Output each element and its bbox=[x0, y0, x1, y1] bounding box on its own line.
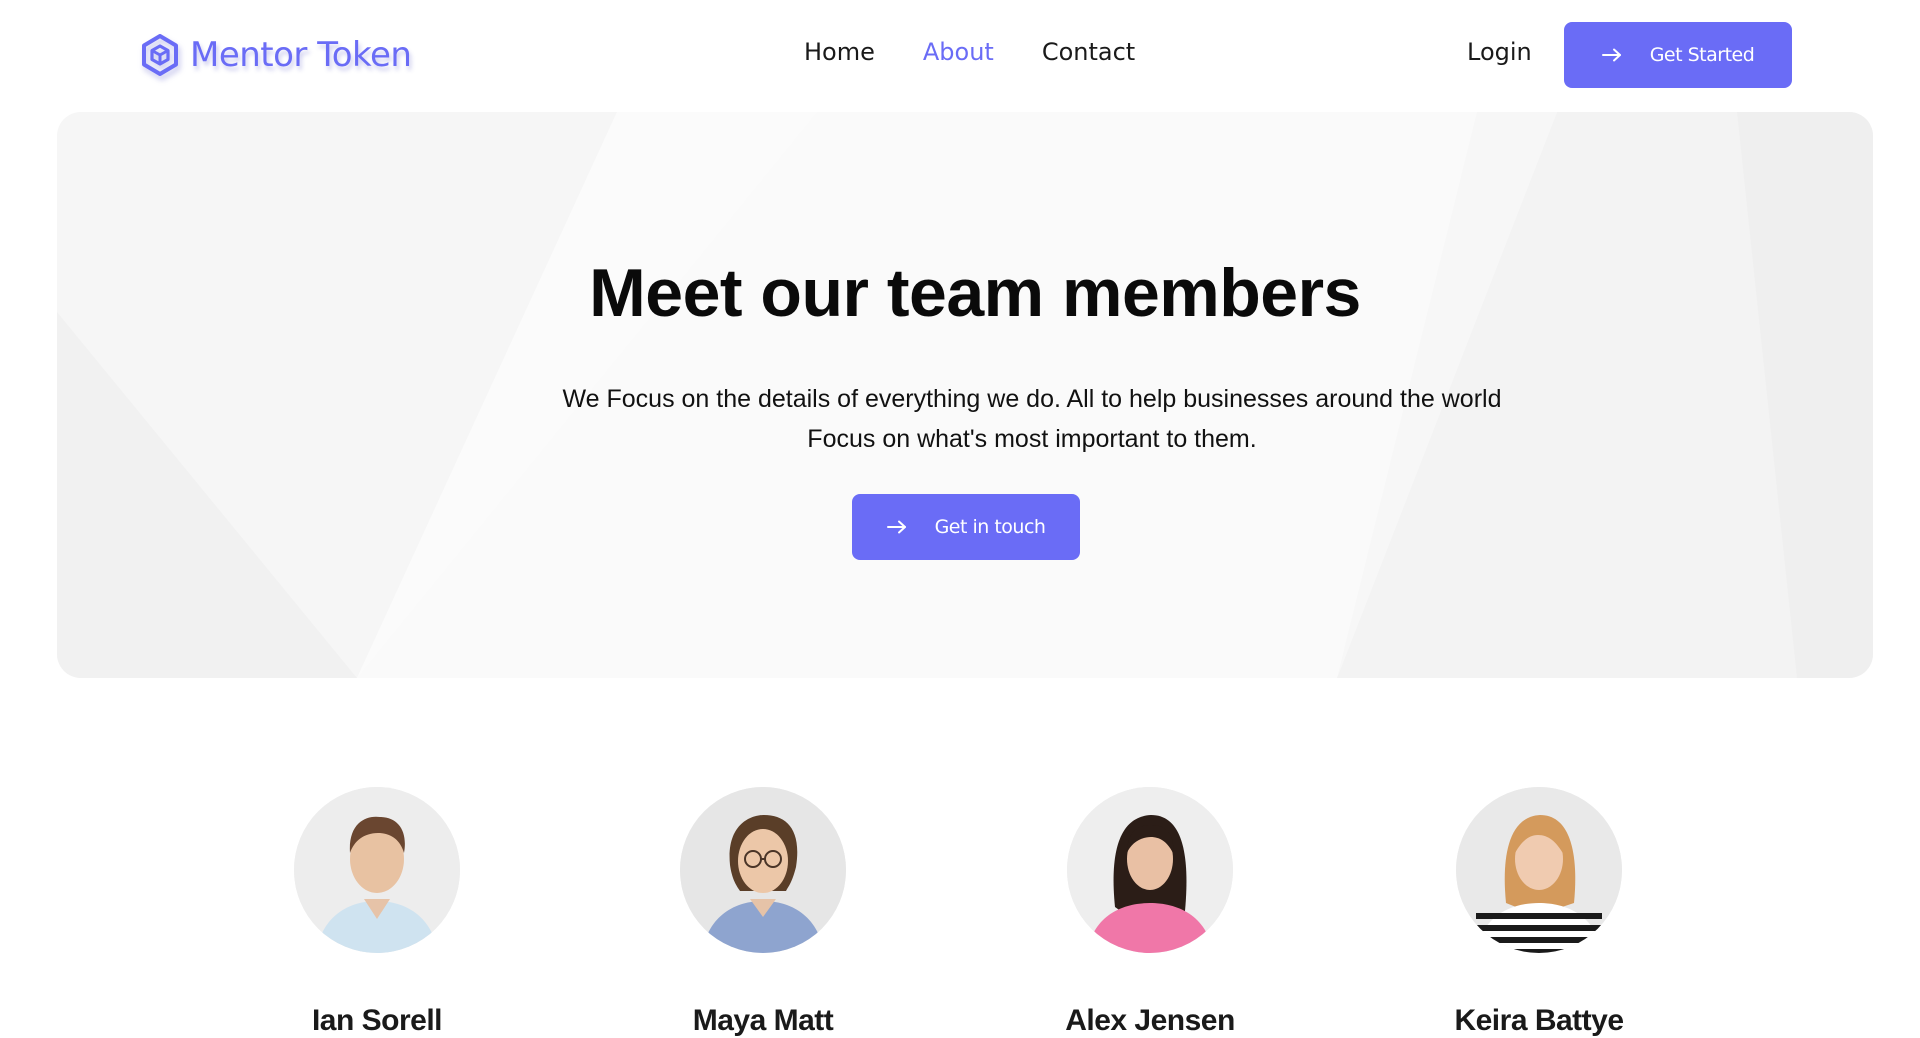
avatar bbox=[1067, 787, 1233, 953]
avatar bbox=[680, 787, 846, 953]
get-started-label: Get Started bbox=[1649, 44, 1755, 66]
man-light-blue-shirt-photo bbox=[294, 787, 460, 953]
brand-logo-link[interactable]: Mentor Token bbox=[138, 30, 412, 80]
hero-subtitle-line-1: We Focus on the details of everything we… bbox=[562, 385, 1502, 413]
hexagon-cube-logo-icon bbox=[142, 34, 178, 76]
nav-item-about[interactable]: About bbox=[923, 38, 994, 66]
get-in-touch-label: Get in touch bbox=[934, 516, 1046, 538]
brand-name: Mentor Token bbox=[190, 35, 412, 75]
nav-item-home[interactable]: Home bbox=[804, 38, 875, 66]
member-name: Alex Jensen bbox=[1065, 1004, 1235, 1037]
avatar bbox=[294, 787, 460, 953]
get-in-touch-button[interactable]: Get in touch bbox=[852, 494, 1080, 560]
woman-striped-top-photo bbox=[1456, 787, 1622, 953]
member-name: Maya Matt bbox=[692, 1004, 834, 1037]
arrow-right-icon bbox=[1601, 48, 1621, 62]
woman-pink-sweater-photo bbox=[1067, 787, 1233, 953]
hero-subtitle-line-2: Focus on what's most important to them. bbox=[807, 425, 1257, 453]
arrow-right-icon bbox=[886, 520, 906, 534]
nav-item-contact[interactable]: Contact bbox=[1042, 38, 1135, 66]
team-member-card: Ian Sorell bbox=[247, 780, 507, 1037]
team-member-card: Alex Jensen bbox=[1020, 780, 1280, 1037]
hero-section: Meet our team members We Focus on the de… bbox=[57, 112, 1873, 678]
hero-title: Meet our team members bbox=[589, 255, 1361, 331]
get-started-button[interactable]: Get Started bbox=[1564, 22, 1792, 88]
member-name: Keira Battye bbox=[1454, 1004, 1624, 1037]
hero-subtitle: We Focus on the details of everything we… bbox=[487, 379, 1577, 459]
woman-glasses-striped-shirt-photo bbox=[680, 787, 846, 953]
site-header: Mentor Token Home About Contact Login Ge… bbox=[0, 0, 1920, 112]
main-nav: Home About Contact bbox=[804, 38, 1135, 66]
avatar bbox=[1456, 787, 1622, 953]
login-link[interactable]: Login bbox=[1467, 38, 1532, 66]
team-section: Ian Sorell Maya Matt Alex Jensen Keira B… bbox=[0, 780, 1920, 1037]
member-name: Ian Sorell bbox=[311, 1004, 443, 1037]
team-member-card: Maya Matt bbox=[633, 780, 893, 1037]
team-member-card: Keira Battye bbox=[1409, 780, 1669, 1037]
